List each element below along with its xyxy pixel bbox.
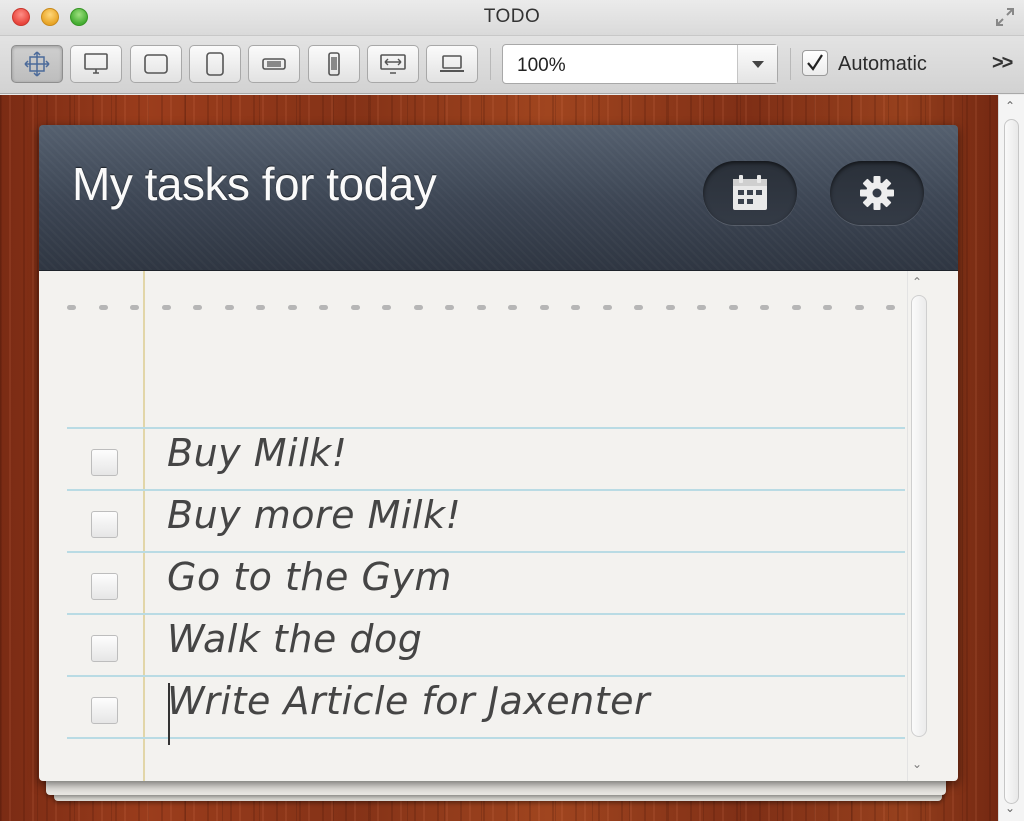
margin-line: [143, 271, 145, 781]
phone-landscape-icon: [262, 58, 286, 70]
fit-to-window-button[interactable]: [11, 45, 63, 83]
automatic-checkbox[interactable]: [802, 50, 828, 76]
task-label[interactable]: Buy Milk!: [167, 431, 347, 475]
perforation-dot: [413, 305, 423, 310]
ruled-line: [67, 551, 905, 553]
perforation-dot: [728, 305, 738, 310]
task-checkbox[interactable]: [91, 511, 118, 538]
widescreen-button[interactable]: [367, 45, 419, 83]
perforation-dot: [161, 305, 171, 310]
calendar-button[interactable]: [703, 161, 797, 225]
phone-portrait-icon: [328, 52, 340, 76]
perforation-dot: [445, 305, 454, 310]
new-task-input-caret[interactable]: [168, 683, 170, 745]
fullscreen-icon[interactable]: [994, 6, 1016, 28]
perforation-dot: [697, 305, 706, 310]
zoom-dropdown-arrow[interactable]: [737, 45, 777, 83]
perforation-dot: [319, 305, 328, 310]
ruled-line: [67, 427, 905, 429]
perforation-dot: [791, 305, 801, 310]
perforation-dot: [634, 305, 643, 310]
app-header: My tasks for today: [39, 125, 958, 271]
widescreen-icon: [380, 54, 406, 74]
perforation-dot: [539, 305, 549, 310]
phone-portrait-button[interactable]: [308, 45, 360, 83]
perforation-dot: [256, 305, 265, 310]
toolbar-divider: [790, 48, 791, 80]
perforation-dot: [602, 305, 612, 310]
preview-area: My tasks for today Buy Milk! Buy more Mi…: [0, 95, 998, 821]
perforation-dot: [476, 305, 486, 310]
toolbar-divider: [490, 48, 491, 80]
perforation-dot: [67, 305, 76, 310]
calendar-icon: [733, 175, 767, 210]
perforation-dot: [350, 305, 360, 310]
perforation-dot: [823, 305, 832, 310]
ruled-line: [67, 613, 905, 615]
perforation-dot: [224, 305, 234, 310]
perforation-dot: [760, 305, 769, 310]
tablet-landscape-icon: [144, 54, 168, 74]
zoom-select[interactable]: 100%: [502, 44, 778, 84]
title-bar: TODO: [0, 0, 1024, 36]
page-title: My tasks for today: [72, 158, 437, 210]
automatic-label: Automatic: [838, 53, 927, 75]
perforation-dot: [130, 305, 139, 310]
desktop-icon: [84, 53, 108, 74]
perforation-dot: [508, 305, 517, 310]
scrollbar-thumb[interactable]: [911, 295, 927, 737]
settings-button[interactable]: [830, 161, 924, 225]
perforation-dot: [854, 305, 864, 310]
tablet-landscape-button[interactable]: [130, 45, 182, 83]
ruled-line: [67, 489, 905, 491]
perforation-dot: [193, 305, 202, 310]
task-label[interactable]: Go to the Gym: [167, 555, 452, 599]
gear-icon: [860, 176, 894, 210]
perforation-dot: [382, 305, 391, 310]
zoom-value: 100%: [517, 55, 566, 76]
ruled-line: [67, 737, 905, 739]
perforation-dot: [571, 305, 580, 310]
task-checkbox[interactable]: [91, 697, 118, 724]
task-checkbox[interactable]: [91, 449, 118, 476]
phone-landscape-button[interactable]: [248, 45, 300, 83]
laptop-preview-button[interactable]: [426, 45, 478, 83]
chevron-down-icon: [751, 61, 764, 68]
perforation-dot: [886, 305, 895, 310]
todo-notepad: My tasks for today Buy Milk! Buy more Mi…: [39, 125, 958, 781]
window-scrollbar[interactable]: ⌃ ⌄: [998, 95, 1024, 821]
perforation-row: [67, 305, 905, 313]
window-title: TODO: [483, 6, 541, 27]
perforation-dot: [98, 305, 108, 310]
laptop-icon: [440, 55, 464, 72]
task-label[interactable]: Write Article for Jaxenter: [167, 679, 650, 723]
ruled-line: [67, 675, 905, 677]
window-scroll-up-arrow[interactable]: ⌃: [1005, 99, 1015, 113]
scroll-up-arrow[interactable]: ⌃: [912, 275, 922, 289]
task-list-scrollbar[interactable]: ⌃ ⌄: [907, 271, 929, 781]
perforation-dot: [665, 305, 675, 310]
task-label[interactable]: Walk the dog: [167, 617, 422, 661]
task-list-paper: Buy Milk! Buy more Milk! Go to the Gym W…: [39, 271, 958, 781]
toolbar: 100% Automatic >>: [0, 36, 1024, 94]
fit-arrows-icon: [24, 51, 50, 77]
window-scroll-down-arrow[interactable]: ⌄: [1005, 801, 1015, 815]
desktop-preview-button[interactable]: [70, 45, 122, 83]
task-checkbox[interactable]: [91, 573, 118, 600]
task-label[interactable]: Buy more Milk!: [167, 493, 461, 537]
tablet-portrait-button[interactable]: [189, 45, 241, 83]
tablet-portrait-icon: [206, 52, 224, 76]
window-scrollbar-thumb[interactable]: [1004, 119, 1019, 804]
scroll-down-arrow[interactable]: ⌄: [912, 757, 922, 771]
perforation-dot: [287, 305, 297, 310]
task-checkbox[interactable]: [91, 635, 118, 662]
checkmark-icon: [807, 54, 823, 71]
toolbar-overflow-button[interactable]: >>: [992, 52, 1013, 75]
